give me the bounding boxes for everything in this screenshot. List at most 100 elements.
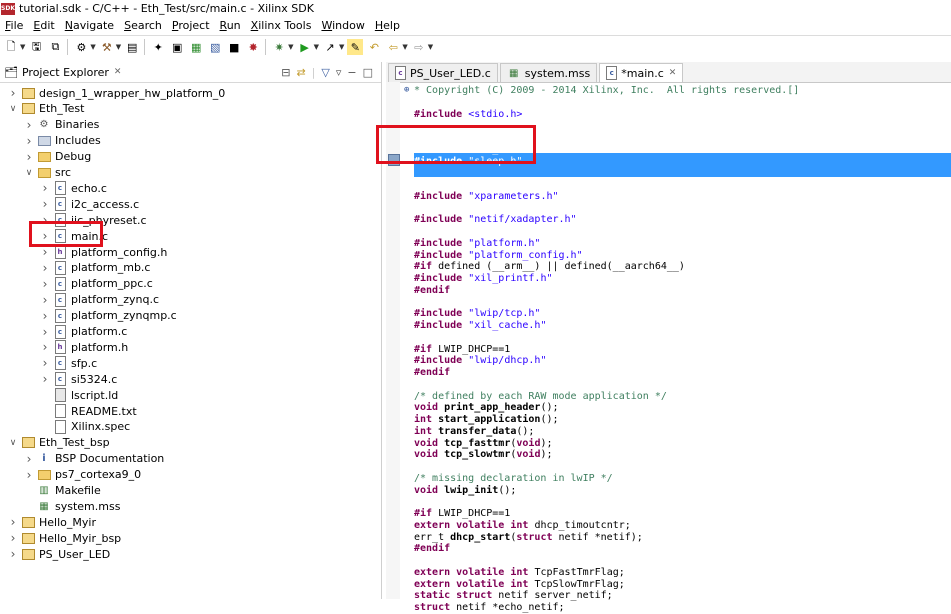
tree-item[interactable]: ∨ Eth_Test_bsp [8, 435, 110, 451]
filter-icon[interactable]: ▽ [321, 66, 329, 79]
external-tools-dropdown-icon[interactable]: ▼ [339, 43, 344, 51]
flash-icon[interactable]: ✸ [245, 39, 261, 55]
collapse-all-icon[interactable]: ⊟ [281, 66, 290, 79]
external-tools-icon[interactable]: ↗ [322, 39, 338, 55]
collapsed-arrow-icon[interactable]: › [40, 325, 50, 339]
save-icon[interactable]: 🖫 [28, 39, 44, 55]
collapsed-arrow-icon[interactable]: › [40, 309, 50, 323]
maximize-icon[interactable]: □ [363, 66, 373, 79]
tree-item[interactable]: ▥ Makefile [24, 483, 100, 499]
collapsed-arrow-icon[interactable]: › [40, 181, 50, 195]
hardware-icon[interactable]: ▦ [188, 39, 204, 55]
last-edit-icon[interactable]: ↶ [366, 39, 382, 55]
collapsed-arrow-icon[interactable]: › [8, 515, 18, 529]
tree-item[interactable]: › h platform.h [40, 339, 128, 355]
xmd-console-icon[interactable]: ■ [226, 39, 242, 55]
tab-main-c[interactable]: c *main.c ✕ [599, 63, 684, 82]
collapsed-arrow-icon[interactable]: › [40, 245, 50, 259]
tree-item[interactable]: › PS_User_LED [8, 546, 111, 562]
minimize-icon[interactable]: − [347, 66, 356, 79]
tree-item[interactable]: › c platform_ppc.c [40, 276, 153, 292]
build-dropdown-icon[interactable]: ▼ [116, 43, 121, 51]
collapsed-arrow-icon[interactable]: › [40, 356, 50, 370]
new-icon[interactable]: 🗋 [3, 39, 19, 55]
debug-icon[interactable]: ✷ [271, 39, 287, 55]
tree-item[interactable]: › ps7_cortexa9_0 [24, 467, 142, 483]
collapsed-arrow-icon[interactable]: › [8, 531, 18, 545]
tree-item[interactable]: ∨ Eth_Test [8, 101, 85, 117]
menu-run[interactable]: Run [220, 19, 241, 32]
gear-icon[interactable]: ⚙ [73, 39, 89, 55]
view-menu-icon[interactable]: ▿ [336, 66, 342, 79]
back-dropdown-icon[interactable]: ▼ [402, 43, 407, 51]
menu-xilinx-tools[interactable]: Xilinx Tools [251, 19, 312, 32]
new-dropdown-icon[interactable]: ▼ [20, 43, 25, 51]
collapsed-arrow-icon[interactable]: › [40, 340, 50, 354]
collapsed-arrow-icon[interactable]: › [40, 293, 50, 307]
tree-item[interactable]: › c si5324.c [40, 371, 117, 387]
collapsed-arrow-icon[interactable]: › [40, 197, 50, 211]
collapsed-arrow-icon[interactable]: › [40, 277, 50, 291]
tree-item[interactable]: ▦ system.mss [24, 498, 120, 514]
tree-item[interactable]: › c platform_zynqmp.c [40, 308, 177, 324]
menu-navigate[interactable]: Navigate [65, 19, 114, 32]
gear-dropdown-icon[interactable]: ▼ [90, 43, 95, 51]
menu-project[interactable]: Project [172, 19, 210, 32]
build-hammer-icon[interactable]: ⚒ [99, 39, 115, 55]
close-icon[interactable]: ✕ [669, 68, 677, 78]
collapsed-arrow-icon[interactable]: › [24, 468, 34, 482]
forward-icon[interactable]: ⇨ [411, 39, 427, 55]
collapsed-arrow-icon[interactable]: › [24, 150, 34, 164]
expanded-arrow-icon[interactable]: ∨ [24, 168, 34, 178]
menu-search[interactable]: Search [124, 19, 162, 32]
expanded-arrow-icon[interactable]: ∨ [8, 104, 18, 114]
close-icon[interactable]: ✕ [114, 67, 122, 77]
debug-tool-icon[interactable]: ✦ [150, 39, 166, 55]
tree-item[interactable]: › c i2c_access.c [40, 196, 139, 212]
run-icon[interactable]: ▶ [297, 39, 313, 55]
program-fpga-icon[interactable]: ▧ [207, 39, 223, 55]
tree-item[interactable]: › c echo.c [40, 180, 107, 196]
tree-item[interactable]: › c platform_zynq.c [40, 292, 159, 308]
menu-help[interactable]: Help [375, 19, 400, 32]
tab-project-explorer[interactable]: 🗂 Project Explorer ✕ [0, 63, 125, 82]
collapsed-arrow-icon[interactable]: › [24, 452, 34, 466]
save-all-icon[interactable]: ⧉ [47, 39, 63, 55]
collapsed-arrow-icon[interactable]: › [8, 547, 18, 561]
collapsed-arrow-icon[interactable]: › [24, 118, 34, 132]
run-dropdown-icon[interactable]: ▼ [314, 43, 319, 51]
tree-item[interactable]: › c platform_mb.c [40, 260, 150, 276]
tree-item[interactable]: README.txt [40, 403, 137, 419]
tree-item[interactable]: › i BSP Documentation [24, 451, 165, 467]
tree-item[interactable]: › c platform.c [40, 324, 127, 340]
project-icon [21, 102, 35, 116]
tree-item[interactable]: lscript.ld [40, 387, 118, 403]
terminal-icon[interactable]: ▣ [169, 39, 185, 55]
expanded-arrow-icon[interactable]: ∨ [8, 438, 18, 448]
menu-window[interactable]: Window [321, 19, 364, 32]
menu-edit[interactable]: Edit [33, 19, 54, 32]
tab-system-mss[interactable]: ▦ system.mss [499, 63, 598, 82]
tree-item[interactable]: › Includes [24, 133, 101, 149]
tree-item[interactable]: › Hello_Myir [8, 514, 96, 530]
tree-item[interactable]: › c sfp.c [40, 355, 97, 371]
fold-icon[interactable]: ⊕ [404, 85, 409, 95]
back-icon[interactable]: ⇦ [385, 39, 401, 55]
menu-file[interactable]: File [5, 19, 23, 32]
collapsed-arrow-icon[interactable]: › [40, 372, 50, 386]
collapsed-arrow-icon[interactable]: › [40, 261, 50, 275]
collapsed-arrow-icon[interactable]: › [8, 86, 18, 100]
debug-dropdown-icon[interactable]: ▼ [288, 43, 293, 51]
tree-item[interactable]: › design_1_wrapper_hw_platform_0 [8, 85, 226, 101]
tree-item[interactable]: › ⚙ Binaries [24, 117, 100, 133]
collapsed-arrow-icon[interactable]: › [24, 134, 34, 148]
tree-item[interactable]: › Debug [24, 149, 92, 165]
forward-dropdown-icon[interactable]: ▼ [428, 43, 433, 51]
marker-icon[interactable]: ✎ [347, 39, 364, 55]
tree-item[interactable]: Xilinx.spec [40, 419, 130, 435]
tree-item[interactable]: › Hello_Myir_bsp [8, 530, 122, 546]
link-editor-icon[interactable]: ⇄ [296, 66, 305, 79]
tree-item[interactable]: ∨ src [24, 165, 71, 181]
tab-ps-user-led[interactable]: c PS_User_LED.c [388, 63, 498, 82]
build-all-icon[interactable]: ▤ [124, 39, 140, 55]
